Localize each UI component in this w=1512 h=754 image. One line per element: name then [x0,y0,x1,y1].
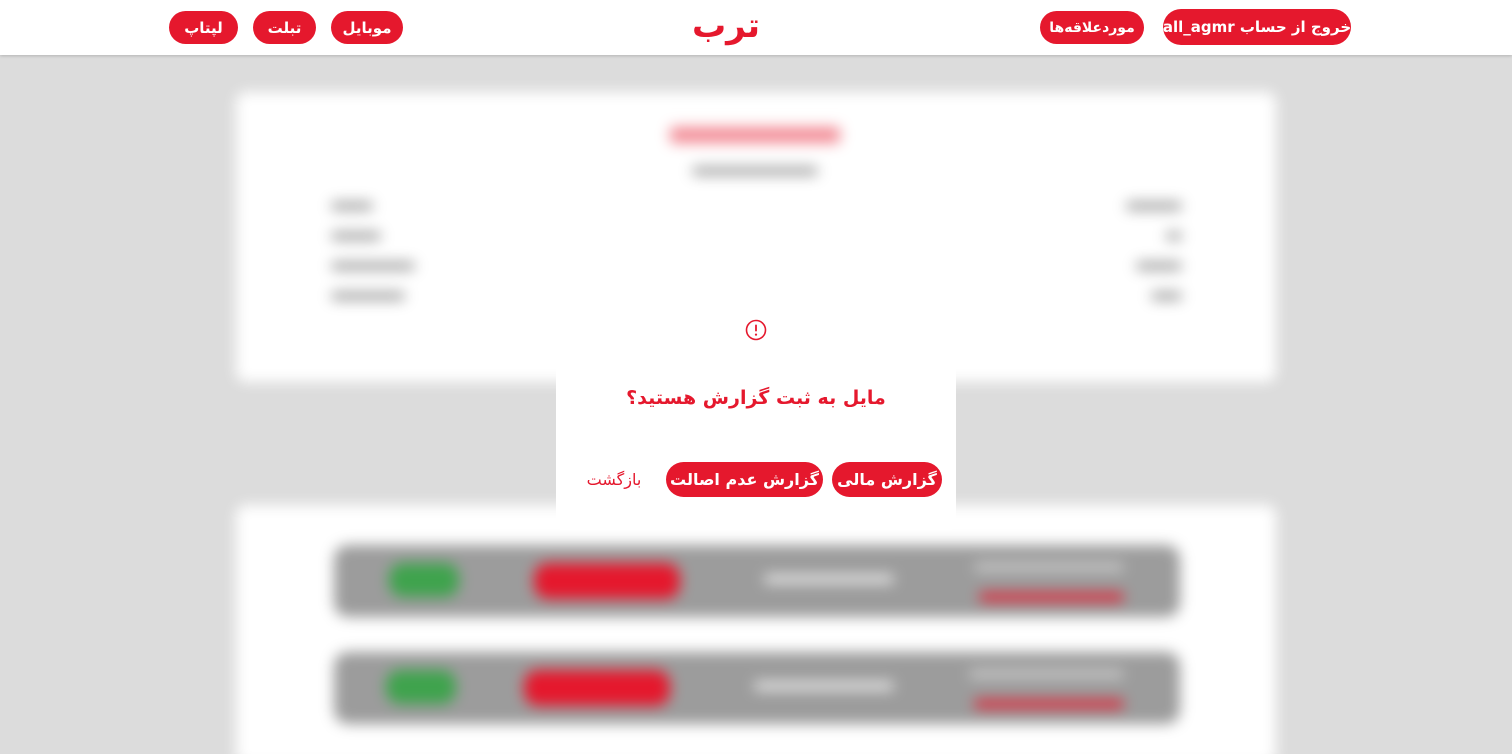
dialog-question: مایل به ثبت گزارش هستید؟ [626,387,886,409]
seller-list-card [236,505,1276,754]
favorites-button[interactable]: موردعلاقه‌ها [1040,11,1144,44]
category-mobile-button[interactable]: موبایل [331,11,403,44]
report-confirm-dialog: مایل به ثبت گزارش هستید؟ گزارش مالی گزار… [556,305,956,530]
alert-circle-icon [745,319,767,341]
logout-button[interactable]: خروج از حساب all_agmr [1163,9,1351,45]
top-header: خروج از حساب all_agmr موردعلاقه‌ها ترب م… [0,0,1512,55]
financial-report-button[interactable]: گزارش مالی [832,462,942,497]
back-button[interactable]: بازگشت [576,462,652,497]
category-laptop-button[interactable]: لپتاپ [169,11,238,44]
authenticity-report-button[interactable]: گزارش عدم اصالت [666,462,823,497]
category-tablet-button[interactable]: تبلت [253,11,316,44]
site-logo[interactable]: ترب [686,4,766,48]
